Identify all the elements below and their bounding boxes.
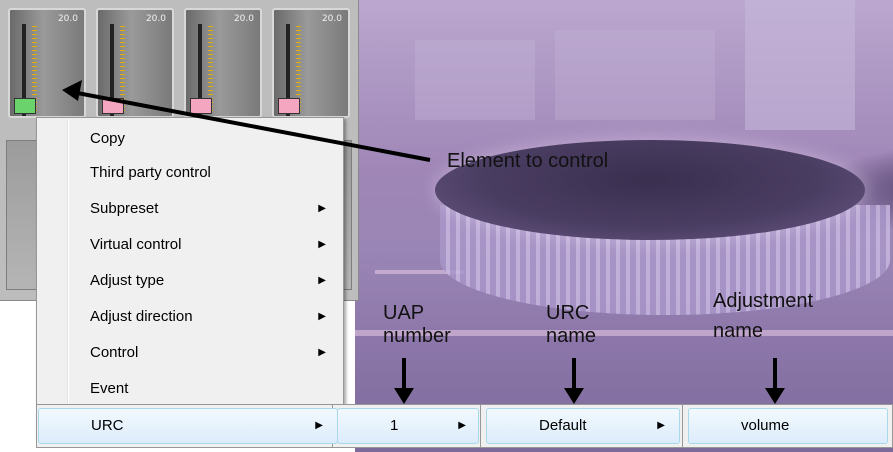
annotation-arrows [62,80,785,404]
arrow-head-icon [564,388,584,404]
annotation-urc-line1: URC [546,302,590,324]
annotation-adjustment-line1: Adjustment [713,290,814,312]
annotation-adjustment-line2: name [713,320,764,342]
annotation-uap-line1: UAP [383,302,425,324]
arrow-head-icon [62,80,82,101]
arrow-to-element [71,90,431,162]
annotation-element-to-control: Element to control [447,150,609,172]
arrow-head-icon [765,388,785,404]
screenshot-stage: 20.0 20.0 20.0 20.0 Copy Third party con… [0,0,893,452]
annotation-urc-line2: name [546,325,597,347]
arrow-head-icon [394,388,414,404]
annotation-uap-line2: number [383,325,451,347]
